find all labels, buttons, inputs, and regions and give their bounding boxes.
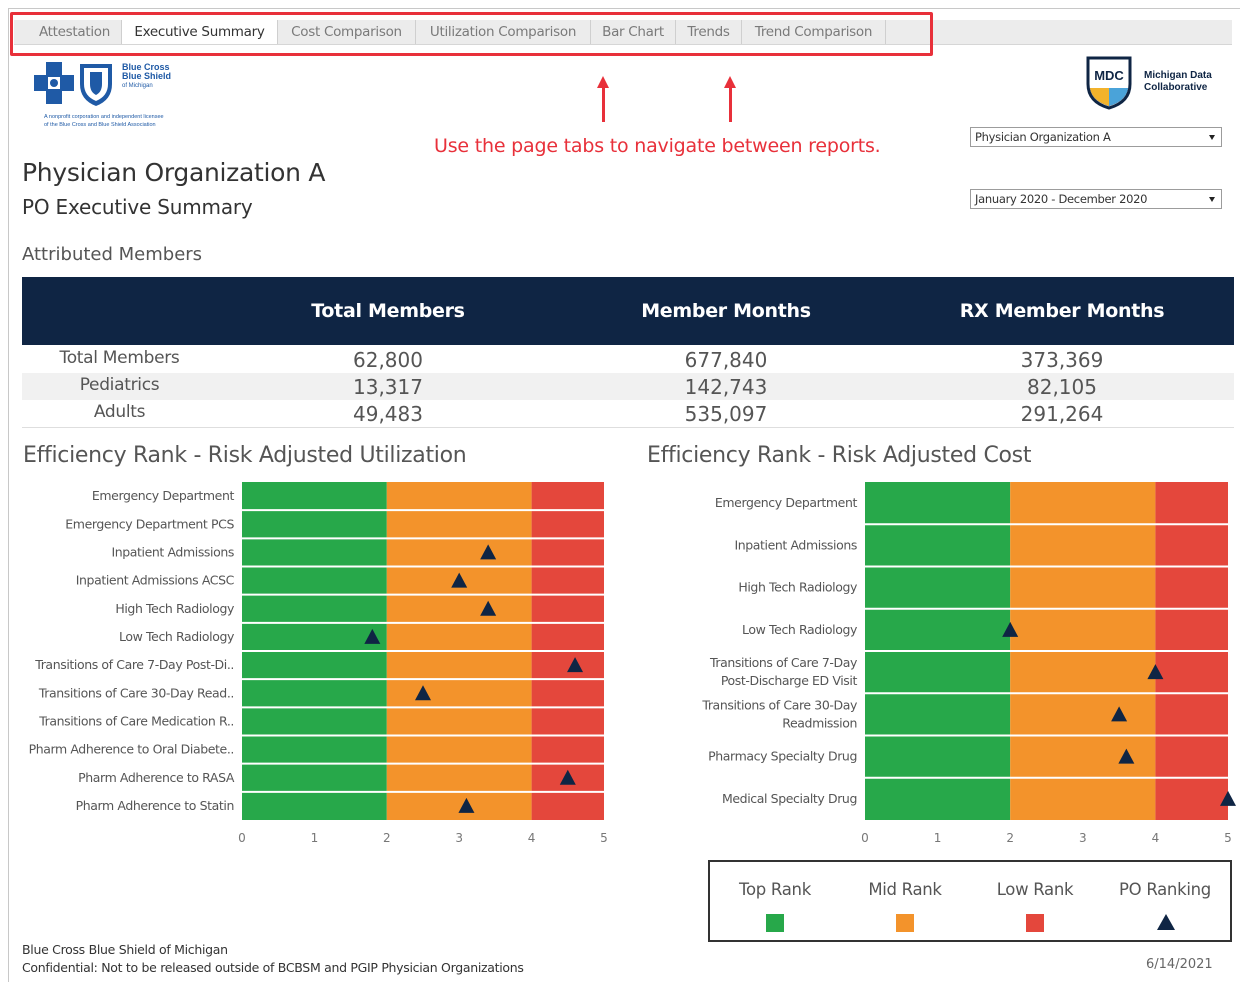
category-label: Transitions of Care 7-Day xyxy=(709,655,858,670)
x-tick-label: 4 xyxy=(528,831,536,845)
x-tick-label: 2 xyxy=(1006,831,1014,845)
category-label: Pharm Adherence to Oral Diabete.. xyxy=(29,742,234,757)
x-tick-label: 1 xyxy=(934,831,942,845)
footer-date: 6/14/2021 xyxy=(1146,957,1213,972)
x-tick-label: 3 xyxy=(1079,831,1087,845)
x-tick-label: 1 xyxy=(311,831,319,845)
category-label: Pharm Adherence to Statin xyxy=(76,798,234,813)
category-label: Emergency Department xyxy=(92,488,235,503)
x-tick-label: 2 xyxy=(383,831,391,845)
legend-label-low-rank: Low Rank xyxy=(996,880,1074,899)
legend-swatch-mid-rank xyxy=(896,914,914,932)
category-label: Inpatient Admissions ACSC xyxy=(76,573,235,588)
category-label: Inpatient Admissions xyxy=(734,537,857,552)
legend-swatch-low-rank xyxy=(1026,914,1044,932)
category-label: High Tech Radiology xyxy=(738,580,858,595)
category-label: Transitions of Care 30-Day Read.. xyxy=(38,685,234,700)
category-label: Emergency Department PCS xyxy=(65,516,234,531)
category-label: Transitions of Care Medication R.. xyxy=(38,713,234,728)
category-label: Medical Specialty Drug xyxy=(722,791,857,806)
x-tick-label: 3 xyxy=(455,831,463,845)
category-label: Transitions of Care 7-Day Post-Di.. xyxy=(34,657,234,672)
category-label: Post-Discharge ED Visit xyxy=(721,673,858,688)
category-label: Pharm Adherence to RASA xyxy=(78,770,235,785)
category-label: Inpatient Admissions xyxy=(111,544,234,559)
chart-legend: Top Rank Mid Rank Low Rank PO Ranking xyxy=(708,860,1232,942)
x-tick-label: 4 xyxy=(1152,831,1160,845)
legend-label-mid-rank: Mid Rank xyxy=(868,880,942,899)
footer-confidential: Confidential: Not to be released outside… xyxy=(22,960,524,975)
triangle-marker-icon xyxy=(1157,914,1175,930)
category-label: Low Tech Radiology xyxy=(119,629,235,644)
legend-label-top-rank: Top Rank xyxy=(739,880,811,899)
category-label: Low Tech Radiology xyxy=(742,622,858,637)
footer-org: Blue Cross Blue Shield of Michigan xyxy=(22,942,228,957)
x-tick-label: 5 xyxy=(1224,831,1232,845)
category-label: Pharmacy Specialty Drug xyxy=(708,749,857,764)
efficiency-rank-charts: Emergency Department Emergency Department… xyxy=(29,482,1236,845)
x-tick-label: 0 xyxy=(238,831,246,845)
category-label: High Tech Radiology xyxy=(115,601,235,616)
x-tick-label: 5 xyxy=(600,831,608,845)
x-tick-label: 0 xyxy=(861,831,869,845)
category-label: Emergency Department xyxy=(715,495,858,510)
legend-label-po-ranking: PO Ranking xyxy=(1119,880,1211,899)
category-label: Readmission xyxy=(782,715,857,730)
legend-swatch-top-rank xyxy=(766,914,784,932)
category-label: Transitions of Care 30-Day xyxy=(701,697,858,712)
